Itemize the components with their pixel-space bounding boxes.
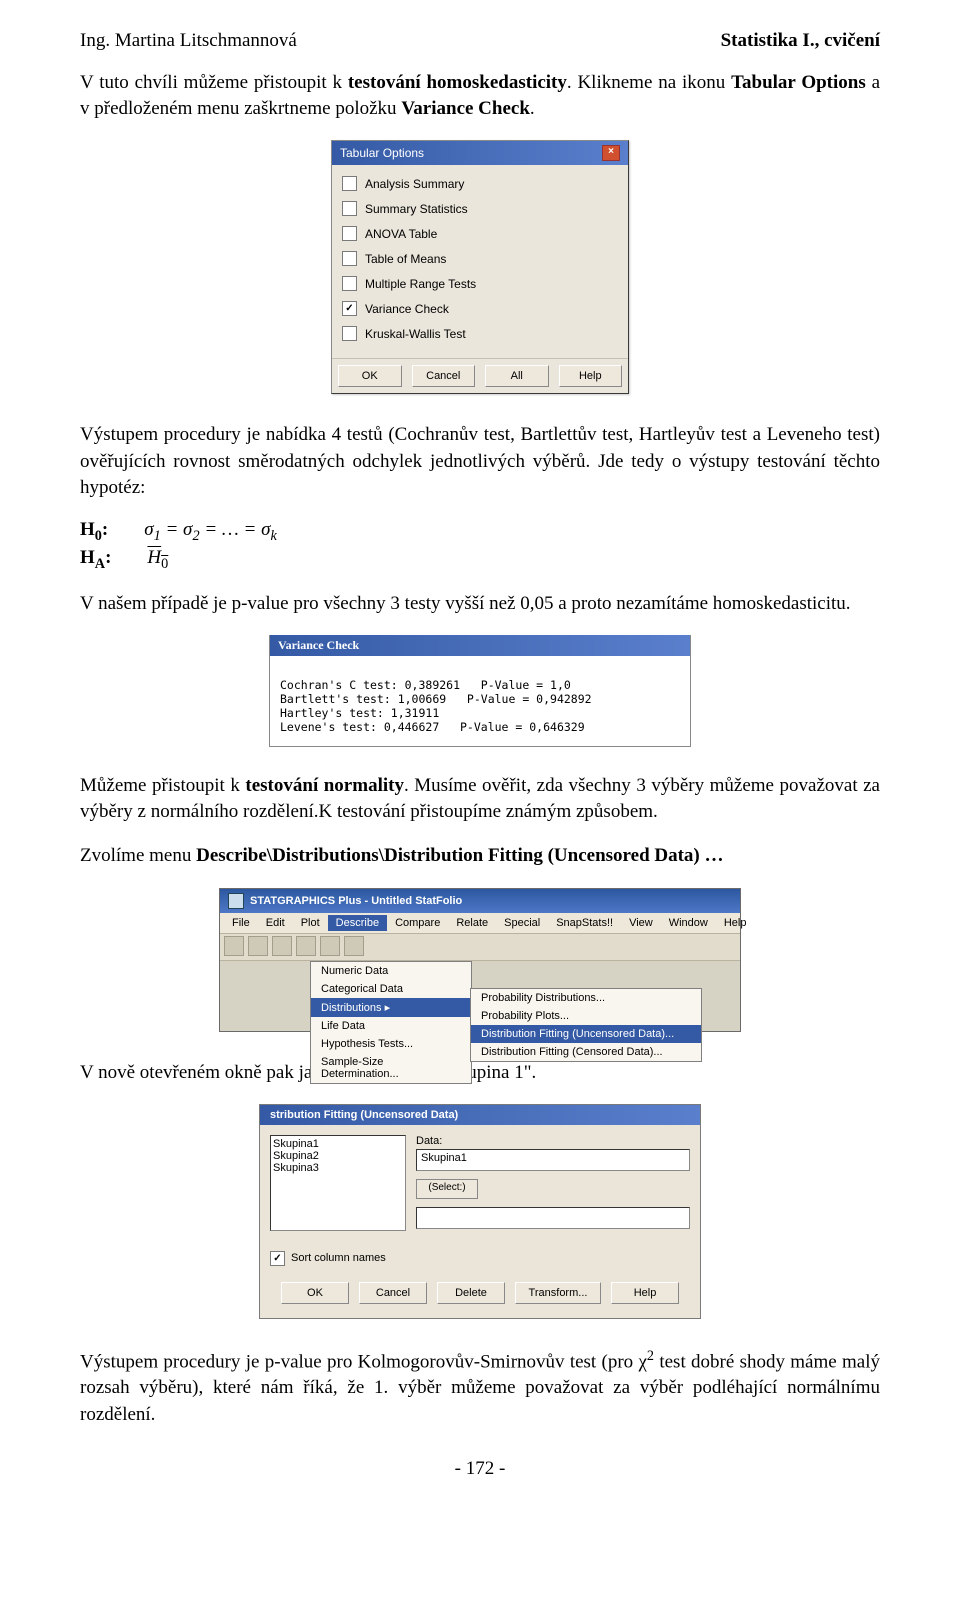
tabular-options-dialog: Tabular Options × Analysis Summary Summar… <box>331 140 629 394</box>
menu-item-help[interactable]: Help <box>716 915 755 931</box>
toolbar-icon[interactable] <box>224 936 244 956</box>
checkbox[interactable] <box>342 176 357 191</box>
checkbox-row[interactable]: ANOVA Table <box>342 221 618 246</box>
data-field[interactable]: Skupina1 <box>416 1149 690 1171</box>
menu-item-view[interactable]: View <box>621 915 661 931</box>
dialog-title: stribution Fitting (Uncensored Data) <box>260 1105 700 1125</box>
checkbox-row[interactable]: Summary Statistics <box>342 196 618 221</box>
toolbar-icon[interactable] <box>248 936 268 956</box>
cancel-button[interactable]: Cancel <box>412 365 476 387</box>
menu-item-file[interactable]: File <box>224 915 258 931</box>
menu-item[interactable]: Life Data <box>311 1017 471 1035</box>
menu-item[interactable]: Hypothesis Tests... <box>311 1035 471 1053</box>
data-label: Data: <box>416 1135 690 1147</box>
sort-label: Sort column names <box>291 1252 386 1264</box>
transform-button[interactable]: Transform... <box>515 1282 601 1304</box>
help-button[interactable]: Help <box>559 365 623 387</box>
hypotheses-block: H0: σ1 = σ2 = … = σk HA: H0 <box>80 519 880 573</box>
close-icon[interactable]: × <box>602 145 620 161</box>
menu-item-snapstats!![interactable]: SnapStats!! <box>548 915 621 931</box>
checkbox-label: Variance Check <box>365 302 449 316</box>
menu-item-relate[interactable]: Relate <box>448 915 496 931</box>
checkbox-row[interactable]: Multiple Range Tests <box>342 271 618 296</box>
menu-item-window[interactable]: Window <box>661 915 716 931</box>
list-item[interactable]: Skupina3 <box>273 1162 403 1174</box>
menu-item-plot[interactable]: Plot <box>293 915 328 931</box>
variance-check-output: Variance Check Cochran's C test: 0,38926… <box>269 635 691 747</box>
checkbox-row[interactable]: Analysis Summary <box>342 171 618 196</box>
list-item[interactable]: Skupina2 <box>273 1150 403 1162</box>
paragraph-1: V tuto chvíli můžeme přistoupit k testov… <box>80 70 880 122</box>
checkbox[interactable]: ✓ <box>342 301 357 316</box>
all-button[interactable]: All <box>485 365 549 387</box>
checkbox-row[interactable]: ✓ Variance Check <box>342 296 618 321</box>
menu-item-edit[interactable]: Edit <box>258 915 293 931</box>
list-item[interactable]: Skupina1 <box>273 1138 403 1150</box>
checkbox[interactable] <box>342 226 357 241</box>
toolbar <box>220 934 740 961</box>
checkbox-label: Kruskal-Wallis Test <box>365 327 466 341</box>
checkbox-label: ANOVA Table <box>365 227 437 241</box>
submenu-item[interactable]: Probability Distributions... <box>471 989 701 1007</box>
menu-item[interactable]: Sample-Size Determination... <box>311 1053 471 1083</box>
menu-item[interactable]: Distributions ▸ <box>311 998 471 1017</box>
statgraphics-window: STATGRAPHICS Plus - Untitled StatFolio F… <box>219 888 741 1032</box>
h0-label: H0: <box>80 519 108 545</box>
header-left: Ing. Martina Litschmannová <box>80 30 297 52</box>
checkbox[interactable] <box>342 276 357 291</box>
paragraph-2: Výstupem procedury je nabídka 4 testů (C… <box>80 422 880 501</box>
paragraph-4: Můžeme přistoupit k testování normality.… <box>80 773 880 825</box>
variance-check-text: Cochran's C test: 0,389261 P-Value = 1,0… <box>270 656 690 746</box>
output-title: Variance Check <box>270 635 690 656</box>
header-right: Statistika I., cvičení <box>721 30 880 52</box>
menu-item-describe[interactable]: Describe <box>328 915 387 931</box>
app-title: STATGRAPHICS Plus - Untitled StatFolio <box>250 895 462 907</box>
toolbar-icon[interactable] <box>296 936 316 956</box>
checkbox-label: Multiple Range Tests <box>365 277 476 291</box>
submenu-item[interactable]: Distribution Fitting (Censored Data)... <box>471 1043 701 1061</box>
checkbox[interactable] <box>342 251 357 266</box>
checkbox-row[interactable]: Table of Means <box>342 246 618 271</box>
toolbar-icon[interactable] <box>272 936 292 956</box>
ha-expression: H0 <box>147 547 168 573</box>
ha-label: HA: <box>80 547 111 573</box>
h0-expression: σ1 = σ2 = … = σk <box>144 519 277 545</box>
submenu-item[interactable]: Distribution Fitting (Uncensored Data)..… <box>471 1025 701 1043</box>
dialog-title: Tabular Options <box>340 146 424 160</box>
delete-button[interactable]: Delete <box>437 1282 505 1304</box>
menu-item[interactable]: Categorical Data <box>311 980 471 998</box>
column-list[interactable]: Skupina1Skupina2Skupina3 <box>270 1135 406 1231</box>
cancel-button[interactable]: Cancel <box>359 1282 427 1304</box>
sort-checkbox[interactable]: ✓ <box>270 1251 285 1266</box>
checkbox-label: Analysis Summary <box>365 177 464 191</box>
paragraph-7: Výstupem procedury je p-value pro Kolmog… <box>80 1347 880 1428</box>
distribution-fitting-dialog: stribution Fitting (Uncensored Data) Sku… <box>259 1104 701 1319</box>
checkbox-label: Summary Statistics <box>365 202 468 216</box>
checkbox-label: Table of Means <box>365 252 446 266</box>
select-field[interactable] <box>416 1207 690 1229</box>
menu-item-compare[interactable]: Compare <box>387 915 448 931</box>
ok-button[interactable]: OK <box>281 1282 349 1304</box>
page-number: - 172 - <box>80 1458 880 1480</box>
paragraph-6: V nově otevřeném okně pak jako Data zadá… <box>80 1060 880 1086</box>
toolbar-icon[interactable] <box>344 936 364 956</box>
checkbox-row[interactable]: Kruskal-Wallis Test <box>342 321 618 346</box>
help-button[interactable]: Help <box>611 1282 679 1304</box>
paragraph-5: Zvolíme menu Describe\Distributions\Dist… <box>80 843 880 869</box>
ok-button[interactable]: OK <box>338 365 402 387</box>
paragraph-3: V našem případě je p-value pro všechny 3… <box>80 591 880 617</box>
app-icon <box>228 893 244 909</box>
submenu-item[interactable]: Probability Plots... <box>471 1007 701 1025</box>
menu-item-special[interactable]: Special <box>496 915 548 931</box>
select-label: (Select:) <box>416 1179 478 1199</box>
checkbox[interactable] <box>342 326 357 341</box>
menu-item[interactable]: Numeric Data <box>311 962 471 980</box>
checkbox[interactable] <box>342 201 357 216</box>
menubar[interactable]: FileEditPlotDescribeCompareRelateSpecial… <box>220 913 740 934</box>
toolbar-icon[interactable] <box>320 936 340 956</box>
